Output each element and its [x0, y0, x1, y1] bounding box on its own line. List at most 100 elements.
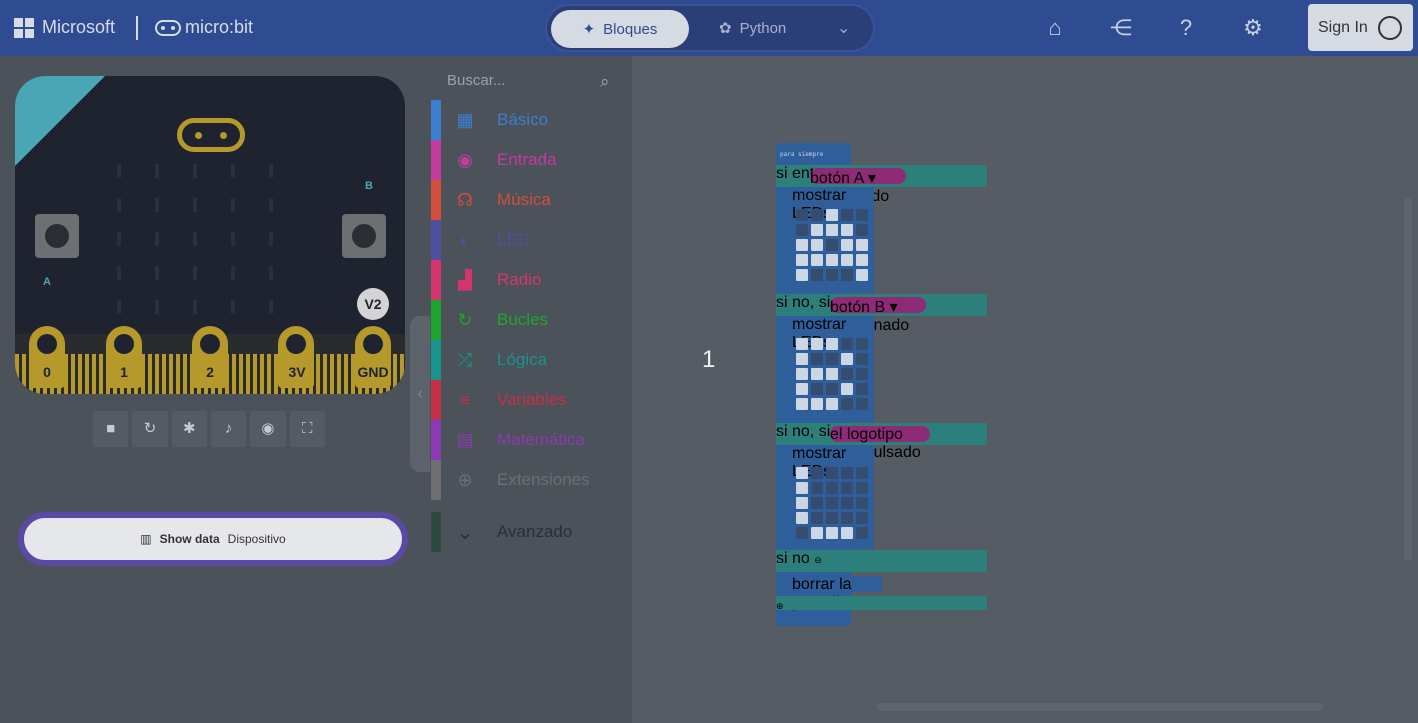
led-cell[interactable]: [811, 209, 823, 221]
led-cell[interactable]: [841, 482, 853, 494]
category-plus-circle[interactable]: ⊕ Extensiones: [431, 460, 627, 500]
help-icon[interactable]: ?: [1172, 14, 1200, 42]
tab-python[interactable]: ✿ Python: [719, 19, 786, 38]
led-cell[interactable]: [856, 224, 868, 236]
led-cell[interactable]: [856, 239, 868, 251]
led-cell[interactable]: [856, 482, 868, 494]
category-signal[interactable]: ▟ Radio: [431, 260, 627, 300]
else-block[interactable]: si no ⊖: [776, 550, 987, 572]
led-cell[interactable]: [811, 383, 823, 395]
led-cell[interactable]: [856, 383, 868, 395]
led-cell[interactable]: [796, 209, 808, 221]
led-cell[interactable]: [841, 224, 853, 236]
led-cell[interactable]: [826, 482, 838, 494]
category-advanced[interactable]: ⌄ Avanzado: [431, 512, 627, 552]
category-toggle[interactable]: ◐ LED: [431, 220, 627, 260]
led-cell[interactable]: [856, 512, 868, 524]
button-b-pressed-condition[interactable]: botón B ▾ presionado: [830, 297, 926, 334]
led-cell[interactable]: [841, 398, 853, 410]
led-cell[interactable]: [826, 269, 838, 281]
led-cell[interactable]: [796, 527, 808, 539]
led-cell[interactable]: [796, 224, 808, 236]
led-cell[interactable]: [796, 398, 808, 410]
debug-bug-icon[interactable]: ✱: [171, 411, 207, 447]
led-cell[interactable]: [856, 338, 868, 350]
led-cell[interactable]: [796, 383, 808, 395]
category-headphones[interactable]: ☊ Música: [431, 180, 627, 220]
led-cell[interactable]: [796, 512, 808, 524]
led-cell[interactable]: [796, 254, 808, 266]
led-cell[interactable]: [826, 338, 838, 350]
led-cell[interactable]: [796, 353, 808, 365]
led-cell[interactable]: [796, 467, 808, 479]
show-data-button[interactable]: ▥ Show data Dispositivo: [18, 512, 408, 566]
stop-icon[interactable]: ■: [93, 411, 129, 447]
led-cell[interactable]: [856, 497, 868, 509]
led-cell[interactable]: [811, 239, 823, 251]
led-cell[interactable]: [841, 209, 853, 221]
led-cell[interactable]: [811, 338, 823, 350]
fullscreen-icon[interactable]: ⛶: [289, 411, 325, 447]
led-cell[interactable]: [841, 269, 853, 281]
led-cell[interactable]: [841, 338, 853, 350]
category-shuffle[interactable]: ⤮ Lógica: [431, 340, 627, 380]
microsoft-logo[interactable]: Microsoft: [14, 17, 115, 38]
microbit-logo[interactable]: micro:bit: [155, 17, 253, 38]
led-cell[interactable]: [811, 353, 823, 365]
led-cell[interactable]: [856, 467, 868, 479]
add-branch-icon[interactable]: ⊕: [776, 601, 784, 611]
horizontal-scrollbar[interactable]: [877, 703, 1323, 711]
screenshot-camera-icon[interactable]: ◉: [250, 411, 286, 447]
blocks-workspace[interactable]: 1 para siempre si botón A ▾ presionado e…: [632, 56, 1418, 723]
language-dropdown-chevron-icon[interactable]: ⌄: [837, 18, 850, 38]
category-refresh[interactable]: ↻ Bucles: [431, 300, 627, 340]
led-cell[interactable]: [826, 512, 838, 524]
led-cell[interactable]: [856, 254, 868, 266]
tab-blocks[interactable]: ✦ Bloques: [551, 10, 689, 48]
if-block[interactable]: si botón A ▾ presionado entonces: [776, 165, 987, 205]
led-cell[interactable]: [856, 527, 868, 539]
led-cell[interactable]: [841, 353, 853, 365]
led-cell[interactable]: [796, 497, 808, 509]
led-cell[interactable]: [826, 398, 838, 410]
led-cell[interactable]: [841, 239, 853, 251]
button-a[interactable]: [35, 214, 79, 258]
led-cell[interactable]: [811, 269, 823, 281]
restart-icon[interactable]: ↻: [132, 411, 168, 447]
sound-icon[interactable]: ♪: [210, 411, 247, 447]
led-cell[interactable]: [796, 482, 808, 494]
led-cell[interactable]: [826, 467, 838, 479]
vertical-scrollbar[interactable]: [1404, 198, 1412, 560]
home-icon[interactable]: ⌂: [1041, 14, 1069, 42]
show-leds-block[interactable]: mostrar LEDs: [792, 316, 874, 422]
toolbox-search-input[interactable]: Buscar... ⌕: [430, 64, 630, 100]
led-cell[interactable]: [856, 398, 868, 410]
led-cell[interactable]: [811, 368, 823, 380]
clear-screen-block[interactable]: borrar la pantalla: [792, 576, 882, 611]
led-cell[interactable]: [826, 497, 838, 509]
led-editor-grid[interactable]: [796, 338, 868, 410]
led-cell[interactable]: [826, 527, 838, 539]
led-cell[interactable]: [841, 497, 853, 509]
led-cell[interactable]: [796, 269, 808, 281]
led-cell[interactable]: [826, 368, 838, 380]
led-cell[interactable]: [841, 527, 853, 539]
collapse-simulator-handle[interactable]: ‹: [410, 316, 430, 472]
led-cell[interactable]: [841, 512, 853, 524]
led-editor-grid[interactable]: [796, 467, 868, 539]
settings-gear-icon[interactable]: ⚙: [1239, 14, 1267, 42]
led-cell[interactable]: [841, 368, 853, 380]
led-cell[interactable]: [811, 467, 823, 479]
led-cell[interactable]: [826, 254, 838, 266]
led-cell[interactable]: [841, 383, 853, 395]
led-cell[interactable]: [856, 368, 868, 380]
led-cell[interactable]: [826, 353, 838, 365]
led-editor-grid[interactable]: [796, 209, 868, 281]
led-cell[interactable]: [811, 224, 823, 236]
category-calculator[interactable]: ▤ Matemática: [431, 420, 627, 460]
led-cell[interactable]: [856, 269, 868, 281]
led-cell[interactable]: [856, 209, 868, 221]
led-cell[interactable]: [841, 254, 853, 266]
button-b[interactable]: [342, 214, 386, 258]
led-cell[interactable]: [811, 254, 823, 266]
